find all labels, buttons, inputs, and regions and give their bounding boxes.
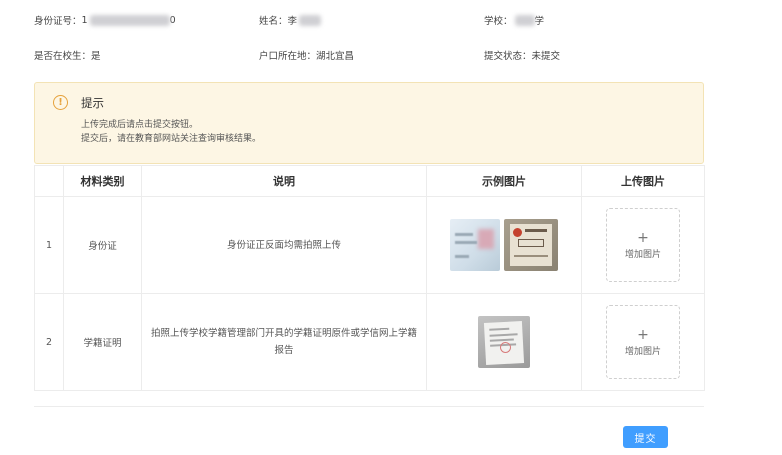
school-value: 学	[534, 16, 545, 27]
info-row-2: 是否在校生： 是 户口所在地： 湖北宜昌 提交状态： 未提交	[34, 48, 722, 62]
notice-line-1: 上传完成后请点击提交按钮。	[81, 120, 199, 130]
table-row: 1 身份证 身份证正反面均需拍照上传 + 增加图片	[34, 196, 705, 294]
info-row-1: 身份证号： 1 0 姓名： 李 学校： 学	[34, 13, 722, 27]
row-category: 学籍证明	[63, 293, 142, 391]
submit-status-label: 提交状态：	[484, 51, 532, 62]
add-image-button[interactable]: + 增加图片	[606, 305, 680, 379]
add-image-button[interactable]: + 增加图片	[606, 208, 680, 282]
footer-divider	[34, 406, 704, 407]
id-number-tail: 0	[169, 14, 176, 26]
row-description: 拍照上传学校学籍管理部门开具的学籍证明原件或学信网上学籍报告	[141, 293, 427, 391]
name-label: 姓名：	[259, 16, 288, 27]
hukou-field: 户口所在地： 湖北宜昌	[259, 48, 484, 62]
row-description: 身份证正反面均需拍照上传	[141, 196, 427, 294]
name-value: 李	[287, 16, 298, 27]
hukou-label: 户口所在地：	[259, 51, 317, 62]
school-field: 学校： 学	[484, 13, 684, 27]
submit-status-field: 提交状态： 未提交	[484, 48, 684, 62]
row-samples	[426, 196, 582, 294]
id-number-field: 身份证号： 1 0	[34, 13, 259, 27]
submit-button[interactable]: 提交	[623, 426, 668, 448]
row-upload: + 增加图片	[581, 196, 705, 294]
name-field: 姓名： 李	[259, 13, 484, 27]
notice-line-2: 提交后，请在教育部网站关注查询审核结果。	[81, 134, 262, 144]
table-header-row: 材料类别 说明 示例图片 上传图片	[34, 165, 705, 197]
hukou-value: 湖北宜昌	[316, 51, 355, 62]
school-redaction	[514, 14, 535, 26]
row-index: 1	[34, 196, 64, 294]
is-student-label: 是否在校生：	[34, 51, 92, 62]
name-redaction	[299, 14, 322, 26]
is-student-field: 是否在校生： 是	[34, 48, 259, 62]
add-image-label: 增加图片	[624, 249, 661, 260]
sample-image-id-back[interactable]	[504, 219, 558, 271]
header-description: 说明	[141, 165, 427, 197]
row-category: 身份证	[63, 196, 142, 294]
notice-alert: ! 提示 上传完成后请点击提交按钮。 提交后，请在教育部网站关注查询审核结果。	[34, 82, 704, 164]
id-number-redaction	[89, 14, 170, 26]
is-student-value: 是	[91, 51, 101, 62]
row-index: 2	[34, 293, 64, 391]
table-row: 2 学籍证明 拍照上传学校学籍管理部门开具的学籍证明原件或学信网上学籍报告 + …	[34, 293, 705, 391]
submit-status-value: 未提交	[531, 51, 561, 62]
materials-table: 材料类别 说明 示例图片 上传图片 1 身份证 身份证正反面均需拍照上传 + 增…	[34, 165, 705, 391]
plus-icon: +	[637, 229, 649, 246]
plus-icon: +	[637, 326, 649, 343]
row-upload: + 增加图片	[581, 293, 705, 391]
notice-title: 提示	[81, 96, 104, 110]
header-sample-images: 示例图片	[426, 165, 582, 197]
id-number-label: 身份证号：	[34, 16, 82, 27]
warning-icon: !	[53, 95, 68, 110]
add-image-label: 增加图片	[624, 346, 661, 357]
sample-image-certificate[interactable]	[478, 316, 530, 368]
school-label: 学校：	[484, 16, 513, 27]
sample-image-id-front[interactable]	[450, 219, 500, 271]
header-upload-images: 上传图片	[581, 165, 705, 197]
header-index	[34, 165, 64, 197]
header-category: 材料类别	[63, 165, 142, 197]
id-number-value: 1	[81, 14, 88, 26]
row-samples	[426, 293, 582, 391]
